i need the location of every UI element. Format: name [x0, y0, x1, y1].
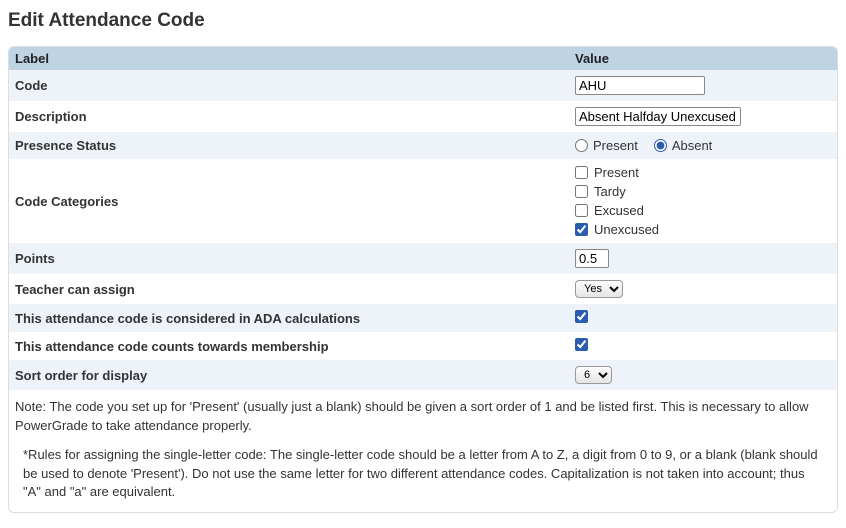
row-categories: Code Categories Present Tardy Excused: [9, 159, 837, 243]
note-sort-order: Note: The code you set up for 'Present' …: [9, 390, 837, 438]
label-points: Points: [9, 243, 569, 274]
cb-present[interactable]: [575, 166, 588, 179]
radio-present[interactable]: [575, 139, 588, 152]
note-rules: *Rules for assigning the single-letter c…: [9, 438, 837, 513]
page-title: Edit Attendance Code: [8, 10, 838, 32]
header-label: Label: [9, 47, 569, 70]
form-table: Label Value Code Description Presence St…: [9, 47, 837, 390]
description-input[interactable]: [575, 107, 741, 126]
cb-tardy-label[interactable]: Tardy: [575, 184, 831, 199]
cb-excused-label[interactable]: Excused: [575, 203, 831, 218]
cb-unexcused[interactable]: [575, 223, 588, 236]
form-panel: Label Value Code Description Presence St…: [8, 46, 838, 513]
ada-checkbox[interactable]: [575, 310, 588, 323]
cb-tardy-text: Tardy: [594, 184, 626, 199]
radio-absent[interactable]: [654, 139, 667, 152]
teacher-assign-select[interactable]: Yes: [575, 280, 623, 298]
label-categories: Code Categories: [9, 159, 569, 243]
cb-unexcused-text: Unexcused: [594, 222, 659, 237]
cb-present-text: Present: [594, 165, 639, 180]
header-value: Value: [569, 47, 837, 70]
row-teacher-assign: Teacher can assign Yes: [9, 274, 837, 304]
label-code: Code: [9, 70, 569, 101]
label-membership: This attendance code counts towards memb…: [9, 332, 569, 360]
radio-present-text: Present: [593, 138, 638, 153]
row-description: Description: [9, 101, 837, 132]
cb-excused-text: Excused: [594, 203, 644, 218]
row-membership: This attendance code counts towards memb…: [9, 332, 837, 360]
cb-tardy[interactable]: [575, 185, 588, 198]
table-header-row: Label Value: [9, 47, 837, 70]
radio-present-label[interactable]: Present: [575, 138, 638, 153]
sort-order-select[interactable]: 6: [575, 366, 612, 384]
radio-absent-text: Absent: [672, 138, 712, 153]
label-sort-order: Sort order for display: [9, 360, 569, 390]
cb-present-label[interactable]: Present: [575, 165, 831, 180]
radio-absent-label[interactable]: Absent: [654, 138, 712, 153]
membership-checkbox[interactable]: [575, 338, 588, 351]
label-teacher-assign: Teacher can assign: [9, 274, 569, 304]
row-sort-order: Sort order for display 6: [9, 360, 837, 390]
cb-excused[interactable]: [575, 204, 588, 217]
row-presence: Presence Status Present Absent: [9, 132, 837, 159]
label-description: Description: [9, 101, 569, 132]
points-input[interactable]: [575, 249, 609, 268]
cb-unexcused-label[interactable]: Unexcused: [575, 222, 831, 237]
label-ada: This attendance code is considered in AD…: [9, 304, 569, 332]
row-code: Code: [9, 70, 837, 101]
label-presence: Presence Status: [9, 132, 569, 159]
row-points: Points: [9, 243, 837, 274]
row-ada: This attendance code is considered in AD…: [9, 304, 837, 332]
code-input[interactable]: [575, 76, 705, 95]
